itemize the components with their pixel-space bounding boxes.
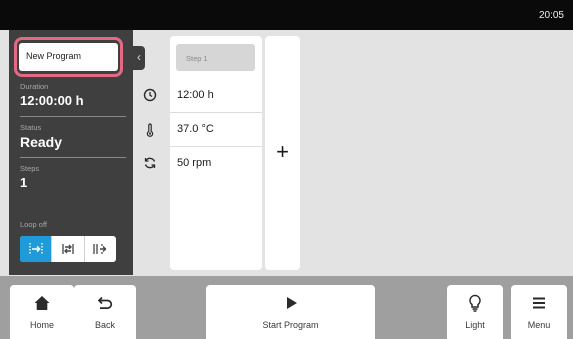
loop-label: Loop off <box>20 220 47 229</box>
program-sidebar: New Program Duration 12:00:00 h Status R… <box>9 30 133 275</box>
home-label: Home <box>29 320 54 330</box>
step-title: Step 1 <box>176 44 255 71</box>
bottom-navigation: Home Back Start Program Light Menu <box>0 276 573 339</box>
start-program-label: Start Program <box>262 320 319 330</box>
start-program-button[interactable]: Start Program <box>206 285 375 339</box>
rotation-icon <box>143 156 157 170</box>
play-icon <box>206 294 375 312</box>
collapse-sidebar-button[interactable]: ‹ <box>133 46 145 70</box>
loop-all-button[interactable] <box>52 236 85 262</box>
program-name-field[interactable]: New Program <box>19 43 118 71</box>
steps-label: Steps <box>20 164 40 173</box>
menu-icon <box>511 294 567 312</box>
add-step-button[interactable]: + <box>265 36 300 270</box>
home-button[interactable]: Home <box>10 285 74 339</box>
menu-button[interactable]: Menu <box>511 285 567 339</box>
status-label: Status <box>20 123 42 132</box>
light-button[interactable]: Light <box>447 285 503 339</box>
duration-label: Duration <box>20 82 49 91</box>
program-name-highlight: New Program <box>14 37 123 77</box>
back-icon <box>74 294 136 312</box>
loop-step-icon <box>93 244 107 254</box>
divider <box>20 116 126 117</box>
loop-off-button[interactable] <box>20 236 53 262</box>
step-time-value[interactable]: 12:00 h <box>177 89 214 101</box>
divider <box>170 112 262 113</box>
loop-step-button[interactable] <box>85 236 116 262</box>
divider <box>170 146 262 147</box>
back-button[interactable]: Back <box>74 285 136 339</box>
lightbulb-icon <box>447 294 503 312</box>
plus-icon: + <box>276 139 289 164</box>
steps-value: 1 <box>20 175 28 190</box>
divider <box>20 157 126 158</box>
back-label: Back <box>94 320 115 330</box>
menu-label: Menu <box>527 320 551 330</box>
clock: 20:05 <box>538 10 564 21</box>
loop-off-icon <box>28 243 43 255</box>
status-bar: 20:05 <box>0 0 573 30</box>
light-label: Light <box>465 320 485 330</box>
step-speed-value[interactable]: 50 rpm <box>177 157 211 169</box>
thermometer-icon <box>143 123 157 137</box>
loop-mode-selector <box>20 236 116 262</box>
clock-icon <box>143 88 157 102</box>
status-value: Ready <box>20 134 63 150</box>
duration-value: 12:00:00 h <box>20 93 84 108</box>
loop-all-icon <box>62 244 74 254</box>
step-card[interactable]: Step 1 12:00 h 37.0 °C 50 rpm <box>170 36 262 270</box>
step-temperature-value[interactable]: 37.0 °C <box>177 123 214 135</box>
home-icon <box>10 294 74 312</box>
